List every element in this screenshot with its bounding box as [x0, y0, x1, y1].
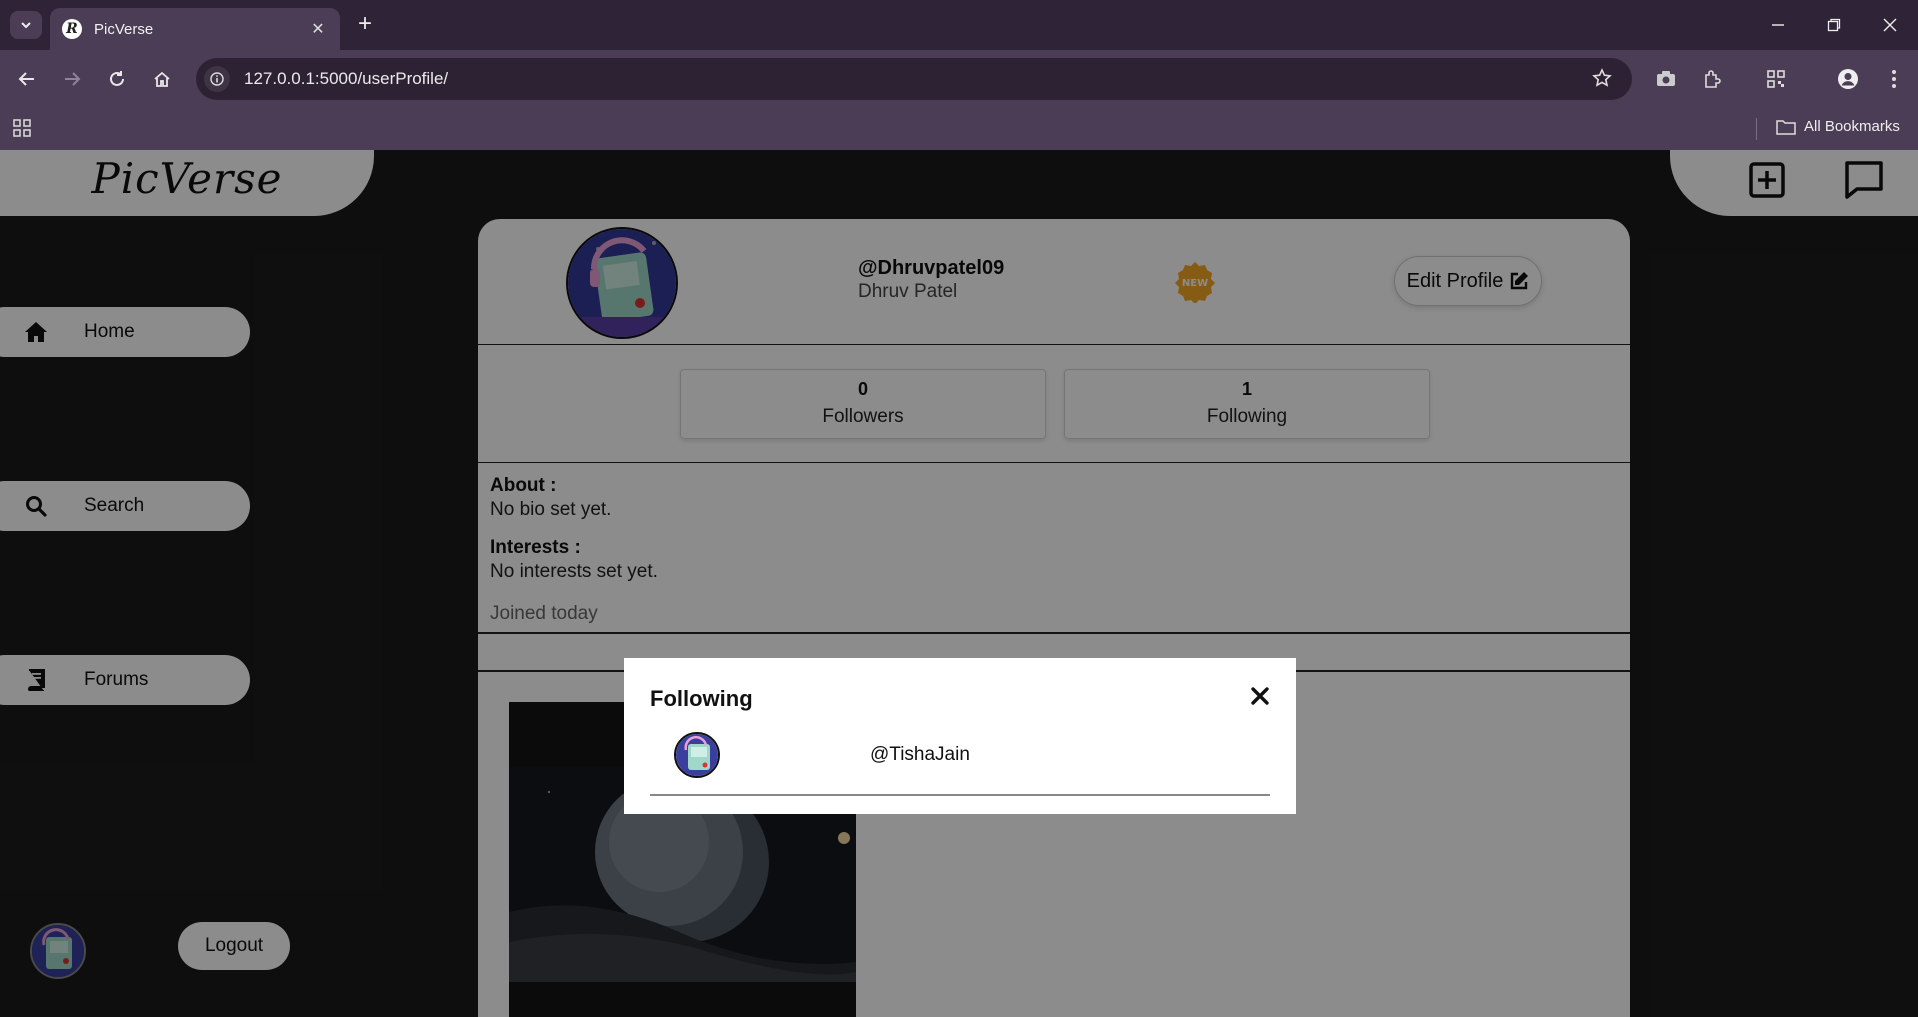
- all-bookmarks-button[interactable]: All Bookmarks: [1776, 118, 1900, 135]
- arrow-right-icon: [65, 72, 81, 86]
- picverse-app: PicVerse Home Search Forums Logout @Dhru…: [0, 150, 1918, 1017]
- site-info-icon[interactable]: [204, 66, 230, 92]
- close-icon: [1883, 18, 1897, 32]
- bookmark-star-icon[interactable]: [1592, 68, 1612, 93]
- camera-icon[interactable]: [1650, 63, 1682, 95]
- modal-close-button[interactable]: [1246, 682, 1274, 710]
- reload-button[interactable]: [101, 63, 133, 95]
- bookmarks-bar: All Bookmarks: [0, 108, 1918, 150]
- reload-icon: [110, 71, 124, 86]
- browser-tab[interactable]: R PicVerse ✕: [50, 8, 340, 50]
- new-tab-button[interactable]: +: [352, 12, 378, 38]
- following-user-avatar[interactable]: [674, 732, 720, 778]
- address-bar[interactable]: 127.0.0.1:5000/userProfile/: [196, 58, 1632, 100]
- minimize-button[interactable]: [1758, 10, 1798, 40]
- following-list-item[interactable]: @TishaJain: [650, 730, 1270, 796]
- all-bookmarks-label: All Bookmarks: [1804, 118, 1900, 135]
- following-modal: Following @TishaJain: [624, 658, 1296, 814]
- modal-title: Following: [650, 686, 753, 711]
- apps-grid-icon[interactable]: [12, 118, 32, 143]
- profile-account-icon[interactable]: [1832, 63, 1864, 95]
- url-text: 127.0.0.1:5000/userProfile/: [244, 69, 449, 88]
- minimize-icon: [1772, 24, 1784, 26]
- back-button[interactable]: [11, 63, 43, 95]
- restore-button[interactable]: [1814, 10, 1854, 40]
- browser-menu-icon[interactable]: [1878, 63, 1910, 95]
- qr-code-icon[interactable]: [1760, 63, 1792, 95]
- home-browser-button[interactable]: [146, 63, 178, 95]
- folder-icon: [1776, 119, 1796, 135]
- close-icon: [1251, 687, 1269, 705]
- house-icon: [154, 71, 170, 87]
- forward-button[interactable]: [56, 63, 88, 95]
- close-window-button[interactable]: [1870, 10, 1910, 40]
- browser-toolbar: 127.0.0.1:5000/userProfile/: [0, 50, 1918, 108]
- extensions-icon[interactable]: [1696, 63, 1728, 95]
- browser-titlebar: R PicVerse ✕ +: [0, 0, 1918, 50]
- tab-close-icon[interactable]: ✕: [308, 19, 328, 39]
- bookmarks-separator: [1756, 118, 1757, 140]
- arrow-left-icon: [18, 72, 34, 86]
- tab-title: PicVerse: [94, 20, 154, 38]
- modal-backdrop[interactable]: [0, 150, 1918, 1017]
- chevron-down-icon: [21, 22, 31, 29]
- favicon-icon: R: [62, 19, 82, 39]
- following-username[interactable]: @TishaJain: [870, 744, 970, 766]
- tab-search-button[interactable]: [10, 11, 42, 39]
- restore-icon: [1827, 18, 1841, 32]
